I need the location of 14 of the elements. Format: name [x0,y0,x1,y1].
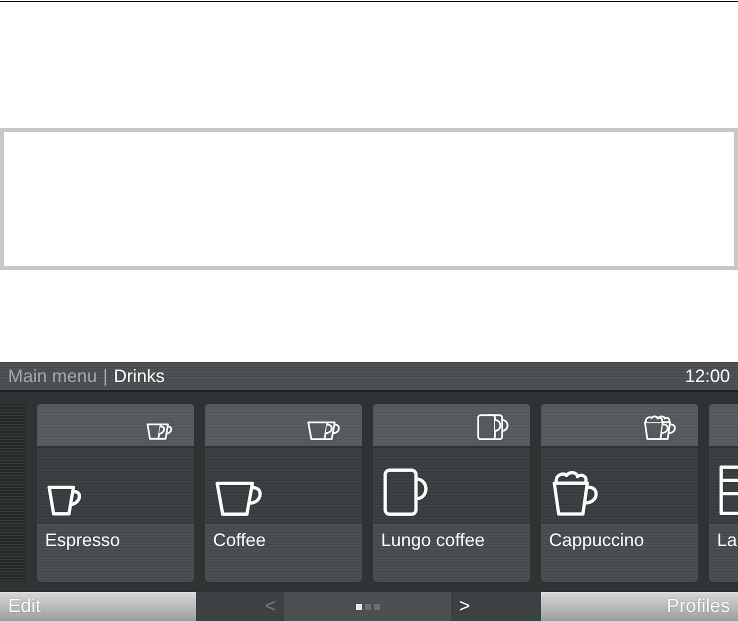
breadcrumb-separator: | [103,366,108,386]
drink-tile[interactable]: Lungo coffee [373,404,530,582]
drink-tile[interactable]: La [709,404,738,582]
drink-name: La [717,530,738,550]
drink-tile[interactable]: Cappuccino [541,404,698,582]
clock-time: 12:00 [684,366,730,386]
drink-name: Coffee [213,530,266,550]
drink-name: Cappuccino [549,530,644,550]
drink-tile[interactable]: Espresso [37,404,194,582]
page-title: Drinks [114,366,165,386]
drink-name: Lungo coffee [381,530,485,550]
next-button[interactable]: > [451,592,541,621]
drink-name: Espresso [45,530,120,550]
drink-tile[interactable]: Coffee [205,404,362,582]
